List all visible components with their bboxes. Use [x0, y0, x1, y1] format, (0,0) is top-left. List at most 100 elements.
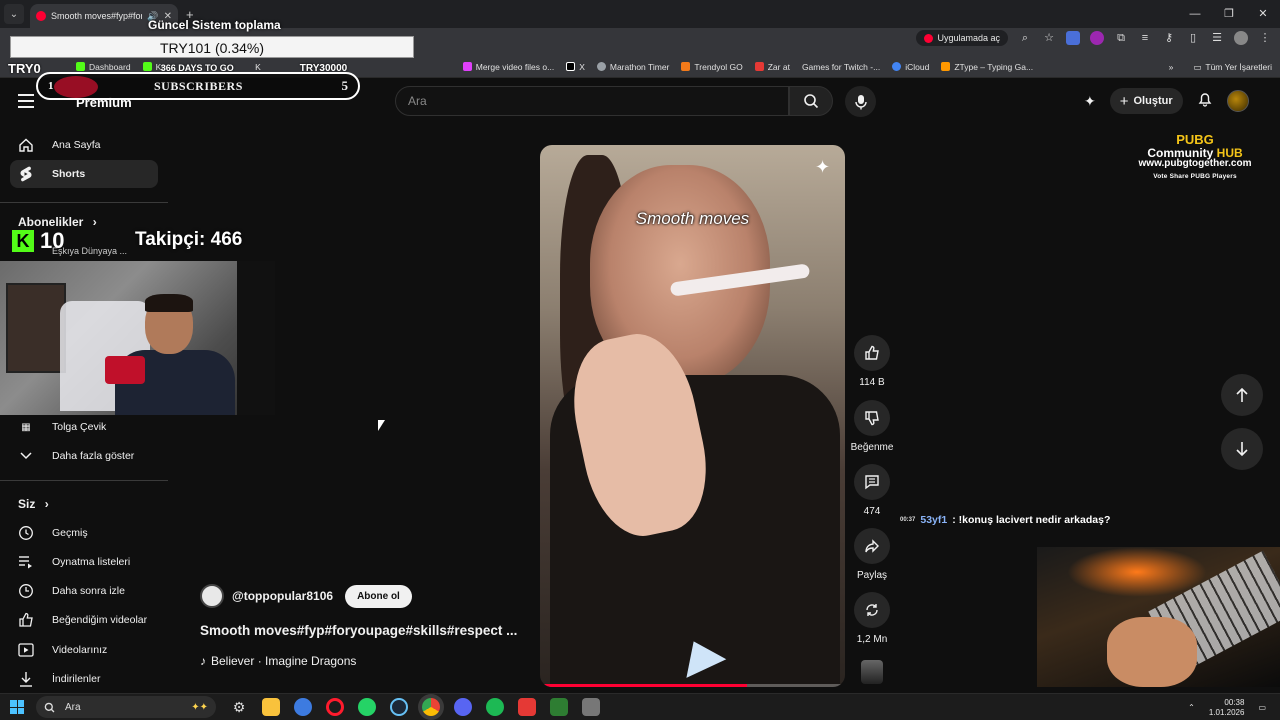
sound-thumbnail[interactable] — [861, 660, 883, 684]
video-progress-fill — [540, 684, 748, 687]
bookmark-trendyol[interactable]: Trendyol GO — [675, 62, 748, 72]
chat-message-overlay: 00:37 53yf1 : !konuş lacivert nedir arka… — [900, 514, 1110, 526]
comments-action[interactable]: 474 — [852, 464, 892, 517]
create-label: Oluştur — [1133, 95, 1173, 107]
bookmark-zar-at[interactable]: Zar at — [749, 62, 796, 72]
open-in-app-button[interactable]: Uygulamada aç — [916, 30, 1008, 46]
share-icon — [865, 539, 879, 553]
opera-icon[interactable] — [326, 698, 344, 716]
plus-icon: + — [1119, 92, 1129, 110]
media-icon[interactable]: ≡ — [1138, 31, 1152, 45]
sidebar-section-you[interactable]: Siz › — [18, 497, 49, 511]
bookmark-x[interactable]: X — [560, 62, 591, 72]
sidepanel-icon[interactable]: ▯ — [1186, 31, 1200, 45]
account-avatar[interactable] — [1226, 90, 1249, 112]
sidebar-subscription-channel[interactable]: Eşkıya Dünyaya ... — [52, 246, 127, 256]
sidebar-item-your-videos[interactable]: Videolarınız — [10, 636, 158, 664]
taskbar-search[interactable]: Ara ✦✦ — [36, 696, 216, 718]
app-red-icon[interactable] — [518, 698, 536, 716]
settings-gear-icon[interactable]: ⚙ — [230, 698, 248, 716]
app-blue-icon[interactable] — [294, 698, 312, 716]
whatsapp-icon[interactable] — [358, 698, 376, 716]
tray-chevron-up-icon[interactable]: ⌃ — [1188, 703, 1195, 712]
bookmark-games-twitch[interactable]: Games for Twitch -... — [796, 62, 886, 72]
like-button[interactable] — [854, 335, 890, 371]
open-in-app-label: Uygulamada aç — [937, 33, 1000, 43]
search-button[interactable] — [789, 86, 833, 116]
notifications-bell-icon[interactable] — [1197, 91, 1213, 112]
bookmark-star-icon[interactable]: ☆ — [1042, 31, 1056, 45]
reading-list-icon[interactable]: ☰ — [1210, 31, 1224, 45]
zoom-icon[interactable]: ⌕ — [1018, 31, 1032, 45]
spotify-icon[interactable] — [486, 698, 504, 716]
voice-search-button[interactable] — [845, 86, 876, 117]
bookmark-ztype[interactable]: ZType – Typing Ga... — [935, 62, 1039, 72]
minimize-icon[interactable]: — — [1178, 0, 1212, 28]
bookmark-merge-video[interactable]: Merge video files o... — [457, 62, 560, 72]
password-icon[interactable]: ⚷ — [1162, 31, 1176, 45]
bookmark-marathon-timer[interactable]: Marathon Timer — [591, 62, 676, 72]
share-action[interactable]: Paylaş — [852, 528, 892, 581]
menu-hamburger-icon[interactable] — [18, 94, 34, 108]
comments-button[interactable] — [854, 464, 890, 500]
remix-action[interactable]: 1,2 Mn — [852, 592, 892, 645]
video-progress-bar[interactable] — [540, 684, 845, 687]
subscribe-button[interactable]: Abone ol — [345, 584, 412, 608]
profile-avatar-icon[interactable] — [1234, 31, 1248, 45]
dislike-action[interactable]: Beğenme — [849, 400, 895, 453]
channel-avatar[interactable] — [200, 584, 224, 608]
close-window-icon[interactable]: ✕ — [1246, 0, 1280, 28]
create-button[interactable]: + Oluştur — [1109, 88, 1183, 114]
app-gray-icon[interactable] — [582, 698, 600, 716]
bookmark-icloud[interactable]: iCloud — [886, 62, 935, 72]
shorts-video-player[interactable]: Smooth moves ✦ — [540, 145, 845, 687]
sidebar-item-liked-videos[interactable]: Beğendiğim videolar — [10, 606, 158, 634]
extensions-puzzle-icon[interactable]: ⧉ — [1114, 31, 1128, 45]
like-action[interactable]: 114 B — [852, 335, 892, 388]
sidebar-item-history[interactable]: Geçmiş — [10, 519, 158, 547]
notification-center-icon[interactable]: ▭ — [1258, 703, 1266, 712]
sidebar-section-subscriptions[interactable]: Abonelikler › — [18, 215, 97, 229]
sidebar-item-downloads[interactable]: İndirilenler — [10, 665, 158, 693]
ticker-left: TRY0 — [8, 60, 41, 76]
bookmark-label: Games for Twitch -... — [801, 61, 881, 72]
taskbar-clock[interactable]: 00:38 1.01.2026 — [1209, 698, 1245, 718]
share-button[interactable] — [854, 528, 890, 564]
sidebar-item-shorts[interactable]: Shorts — [10, 160, 158, 188]
browser-menu-icon[interactable]: ⋮ — [1258, 31, 1272, 45]
sidebar-item-watch-later[interactable]: Daha sonra izle — [10, 577, 158, 605]
channel-name[interactable]: @toppopular8106 — [232, 589, 333, 603]
bookmark-label: ZType – Typing Ga... — [954, 61, 1034, 72]
restore-icon[interactable]: ❐ — [1212, 0, 1246, 28]
pubg-url: www.pubgtogether.com — [1138, 158, 1252, 170]
all-bookmarks-button[interactable]: » ▭ Tüm Yer İşaretleri — [1169, 56, 1272, 78]
chevron-more-icon[interactable]: » — [1169, 62, 1174, 72]
sidebar-item-home[interactable]: Ana Sayfa — [10, 131, 158, 159]
video-title[interactable]: Smooth moves#fyp#foryoupage#skills#respe… — [200, 623, 530, 638]
merge-video-icon — [462, 62, 472, 71]
file-explorer-icon[interactable] — [262, 698, 280, 716]
remix-button[interactable] — [854, 592, 890, 628]
system-tray: ⌃ 00:38 1.01.2026 ▭ — [1188, 694, 1280, 720]
extension-purple-icon[interactable] — [1090, 31, 1104, 45]
followers-overlay: Takipçi: 466 — [135, 229, 243, 250]
discord-icon[interactable] — [454, 698, 472, 716]
streamer-webcam — [0, 261, 275, 415]
steam-icon[interactable] — [390, 698, 408, 716]
app-green-icon[interactable] — [550, 698, 568, 716]
sidebar-item-playlists[interactable]: Oynatma listeleri — [10, 548, 158, 576]
tab-search-button[interactable]: ⌄ — [4, 4, 24, 24]
music-link[interactable]: ♪ Believer · Imagine Dragons — [200, 654, 356, 668]
sidebar-item-tolga-cevik[interactable]: ▦ Tolga Çevik — [10, 413, 158, 441]
subs-left-number: 1 — [48, 80, 54, 92]
search-input[interactable]: Ara — [395, 86, 789, 116]
translate-extension-icon[interactable] — [1066, 31, 1080, 45]
dislike-button[interactable] — [854, 400, 890, 436]
windows-start-icon[interactable] — [10, 700, 24, 714]
next-short-button[interactable] — [1221, 428, 1263, 470]
gemini-sparkle-icon[interactable]: ✦ — [1084, 93, 1096, 110]
sidebar-item-show-more[interactable]: Daha fazla göster — [10, 442, 158, 470]
previous-short-button[interactable] — [1221, 374, 1263, 416]
sidebar-item-label: İndirilenler — [52, 673, 101, 685]
chrome-icon[interactable] — [422, 698, 440, 716]
